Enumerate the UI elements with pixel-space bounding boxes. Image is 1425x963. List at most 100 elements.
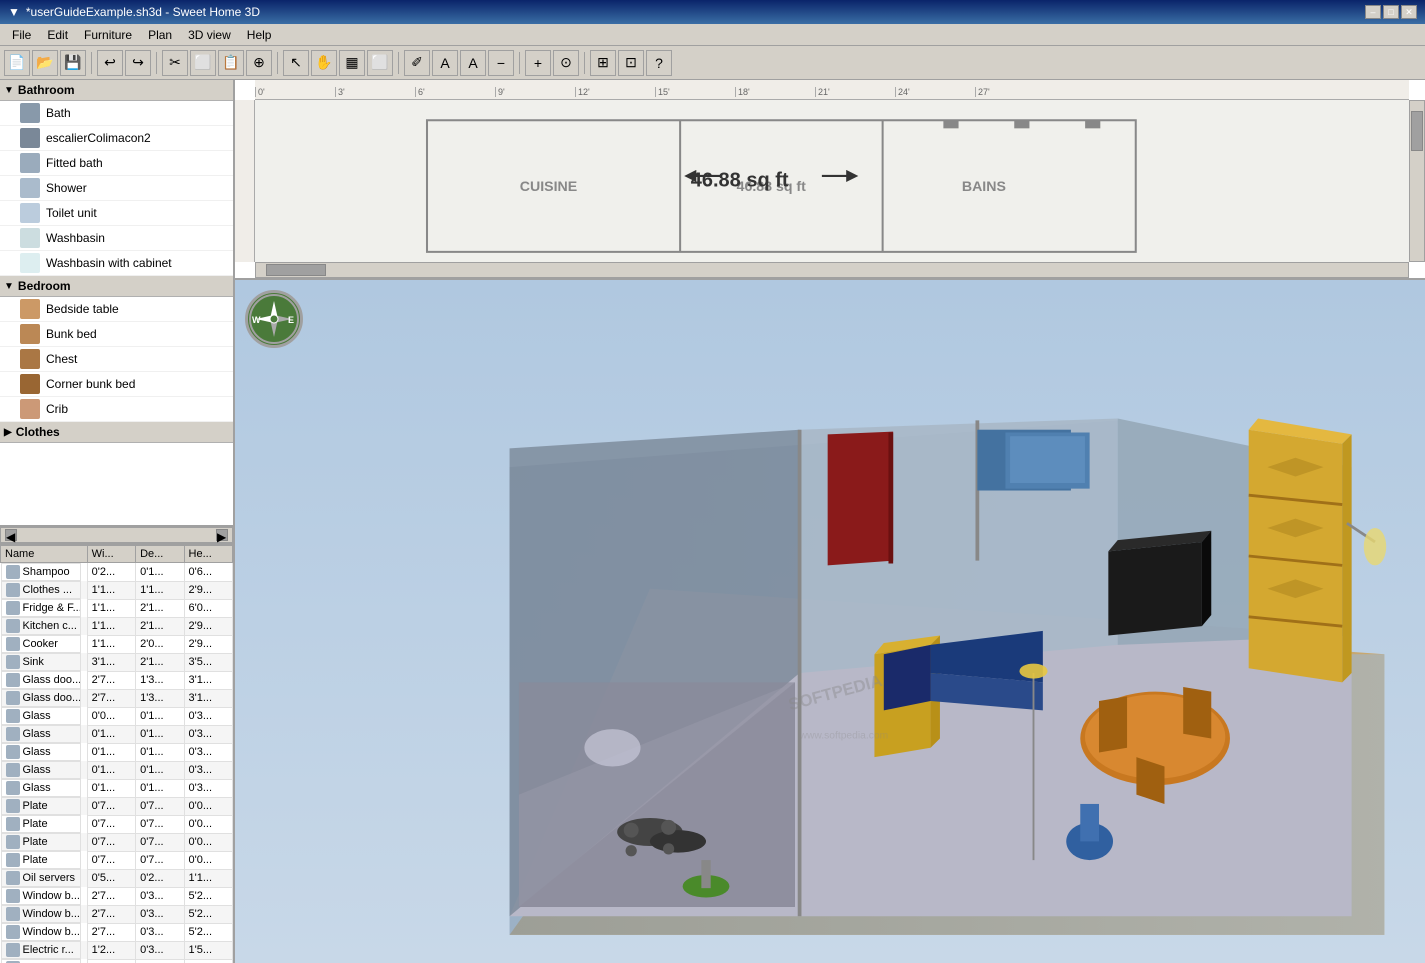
help-toolbar-button[interactable]: ? xyxy=(646,50,672,76)
table-row[interactable]: Glass doo...2'7...1'3...3'1... xyxy=(1,671,233,689)
furniture-tree[interactable]: ▼ Bathroom Bath escalierColimacon2Fitted b… xyxy=(0,80,233,527)
furniture-icon xyxy=(20,103,40,123)
sidebar-horizontal-scrollbar[interactable]: ◀ ▶ xyxy=(0,527,233,543)
3d-view[interactable]: W E xyxy=(235,280,1425,963)
zoom-out-toolbar-button[interactable]: − xyxy=(488,50,514,76)
furniture-table[interactable]: Name Wi... De... He... Shampoo0'2...0'1.… xyxy=(0,543,233,963)
table-row[interactable]: Shampoo0'2...0'1...0'6... xyxy=(1,563,233,582)
tree-item-chest[interactable]: Chest xyxy=(0,347,233,372)
text-style-toolbar-button[interactable]: A xyxy=(460,50,486,76)
table-row[interactable]: Fridge & F...1'1...2'1...6'0... xyxy=(1,599,233,617)
row-furniture-icon xyxy=(6,781,20,795)
row-d: 2'1... xyxy=(136,599,184,617)
titlebar-controls[interactable]: – □ ✕ xyxy=(1365,5,1417,19)
table-row[interactable]: Glass doo...2'7...1'3...3'1... xyxy=(1,689,233,707)
floor-plan-svg: CUISINE 46.88 sq ft BAINS xyxy=(255,100,1409,262)
menu-item-3d-view[interactable]: 3D view xyxy=(180,26,239,44)
table-row[interactable]: Sink3'1...2'1...3'5... xyxy=(1,653,233,671)
create-polyline-toolbar-button[interactable]: ✐ xyxy=(404,50,430,76)
furniture-label: Bunk bed xyxy=(46,327,97,341)
table-row[interactable]: Plate0'7...0'7...0'0... xyxy=(1,815,233,833)
table-row[interactable]: Glass0'1...0'1...0'3... xyxy=(1,779,233,797)
tree-item-bedside-table[interactable]: Bedside table xyxy=(0,297,233,322)
tree-item-washbasin[interactable]: Washbasin xyxy=(0,226,233,251)
select-toolbar-button[interactable]: ↖ xyxy=(283,50,309,76)
3d-view-toolbar-button[interactable]: ⊡ xyxy=(618,50,644,76)
cut-toolbar-button[interactable]: ✂ xyxy=(162,50,188,76)
plan-vscrollbar[interactable] xyxy=(1409,100,1425,262)
scroll-left-button[interactable]: ◀ xyxy=(5,529,17,541)
table-row[interactable]: Glass0'0...0'1...0'3... xyxy=(1,707,233,725)
close-button[interactable]: ✕ xyxy=(1401,5,1417,19)
tree-category-bathroom[interactable]: ▼ Bathroom xyxy=(0,80,233,101)
table-row[interactable]: Glass0'1...0'1...0'3... xyxy=(1,725,233,743)
copy-toolbar-button[interactable]: ⬜ xyxy=(190,50,216,76)
tree-item-crib[interactable]: Crib xyxy=(0,397,233,422)
tree-item-toilet-unit[interactable]: Toilet unit xyxy=(0,201,233,226)
col-width[interactable]: Wi... xyxy=(87,546,135,563)
new-toolbar-button[interactable]: 📄 xyxy=(4,50,30,76)
import-image-toolbar-button[interactable]: ⊞ xyxy=(590,50,616,76)
maximize-button[interactable]: □ xyxy=(1383,5,1399,19)
plan-content[interactable]: CUISINE 46.88 sq ft BAINS xyxy=(255,100,1409,262)
tree-item-corner-bunk-bed[interactable]: Corner bunk bed xyxy=(0,372,233,397)
row-furniture-icon xyxy=(6,691,20,705)
row-d: 0'1... xyxy=(136,761,184,779)
table-row[interactable]: Clothes ...1'1...1'1...2'9... xyxy=(1,581,233,599)
table-row[interactable]: Plate0'7...0'7...0'0... xyxy=(1,797,233,815)
tree-item-washbasin-with-cabinet[interactable]: Washbasin with cabinet xyxy=(0,251,233,276)
table-row[interactable]: Electric r...1'2...0'3...1'5... xyxy=(1,941,233,959)
col-depth[interactable]: De... xyxy=(136,546,184,563)
paste-toolbar-button[interactable]: 📋 xyxy=(218,50,244,76)
table-row[interactable]: Glass0'1...0'1...0'3... xyxy=(1,761,233,779)
tree-item-escaliercolimacon2[interactable]: escalierColimacon2 xyxy=(0,126,233,151)
table-row[interactable]: Window b...2'7...0'3...5'2... xyxy=(1,923,233,941)
plan-vscroll-thumb[interactable] xyxy=(1411,111,1423,151)
row-name: Window b... xyxy=(23,926,80,938)
row-icon-cell: Plate xyxy=(1,797,81,815)
open-toolbar-button[interactable]: 📂 xyxy=(32,50,58,76)
table-row[interactable]: Oil servers0'5...0'2...1'1... xyxy=(1,869,233,887)
menu-item-plan[interactable]: Plan xyxy=(140,26,180,44)
plan-hscrollbar[interactable] xyxy=(255,262,1409,278)
table-row[interactable]: Plate0'7...0'7...0'0... xyxy=(1,833,233,851)
scroll-right-button[interactable]: ▶ xyxy=(216,529,228,541)
row-d: 0'3... xyxy=(136,887,184,905)
tree-item-bunk-bed[interactable]: Bunk bed xyxy=(0,322,233,347)
table-row[interactable]: Kitchen c...1'1...2'1...2'9... xyxy=(1,617,233,635)
zoom-in-toolbar-button[interactable]: + xyxy=(525,50,551,76)
row-furniture-icon xyxy=(6,907,20,921)
table-row[interactable]: Glass0'1...0'1...0'3... xyxy=(1,743,233,761)
tree-item-fitted-bath[interactable]: Fitted bath xyxy=(0,151,233,176)
row-d: 0'7... xyxy=(136,851,184,869)
table-row[interactable]: Plate0'7...0'7...0'0... xyxy=(1,851,233,869)
save-toolbar-button[interactable]: 💾 xyxy=(60,50,86,76)
tree-item-shower[interactable]: Shower xyxy=(0,176,233,201)
tree-category-clothes[interactable]: ▶ Clothes xyxy=(0,422,233,443)
menu-item-furniture[interactable]: Furniture xyxy=(76,26,140,44)
pan-toolbar-button[interactable]: ✋ xyxy=(311,50,337,76)
create-text-toolbar-button[interactable]: A xyxy=(432,50,458,76)
table-row[interactable]: Electric r...1'2...0'3...1'5... xyxy=(1,959,233,963)
table-row[interactable]: Cooker1'1...2'0...2'9... xyxy=(1,635,233,653)
redo-toolbar-button[interactable]: ↪ xyxy=(125,50,151,76)
zoom-text-toolbar-button[interactable]: ⊙ xyxy=(553,50,579,76)
furniture-label: Bedside table xyxy=(46,302,119,316)
col-name[interactable]: Name xyxy=(1,546,88,563)
table-row[interactable]: Window b...2'7...0'3...5'2... xyxy=(1,887,233,905)
add-furniture-toolbar-button[interactable]: ⊕ xyxy=(246,50,272,76)
col-height[interactable]: He... xyxy=(184,546,232,563)
tree-category-bedroom[interactable]: ▼ Bedroom xyxy=(0,276,233,297)
menu-item-file[interactable]: File xyxy=(4,26,39,44)
plan-hscroll-thumb[interactable] xyxy=(266,264,326,276)
menu-item-help[interactable]: Help xyxy=(239,26,280,44)
table-row[interactable]: Window b...2'7...0'3...5'2... xyxy=(1,905,233,923)
tree-item-bath[interactable]: Bath xyxy=(0,101,233,126)
minimize-button[interactable]: – xyxy=(1365,5,1381,19)
compass-navigator[interactable]: W E xyxy=(245,290,303,348)
create-wall-toolbar-button[interactable]: ▦ xyxy=(339,50,365,76)
menu-item-edit[interactable]: Edit xyxy=(39,26,76,44)
create-room-toolbar-button[interactable]: ⬜ xyxy=(367,50,393,76)
undo-toolbar-button[interactable]: ↩ xyxy=(97,50,123,76)
furniture-label: Bath xyxy=(46,106,71,120)
